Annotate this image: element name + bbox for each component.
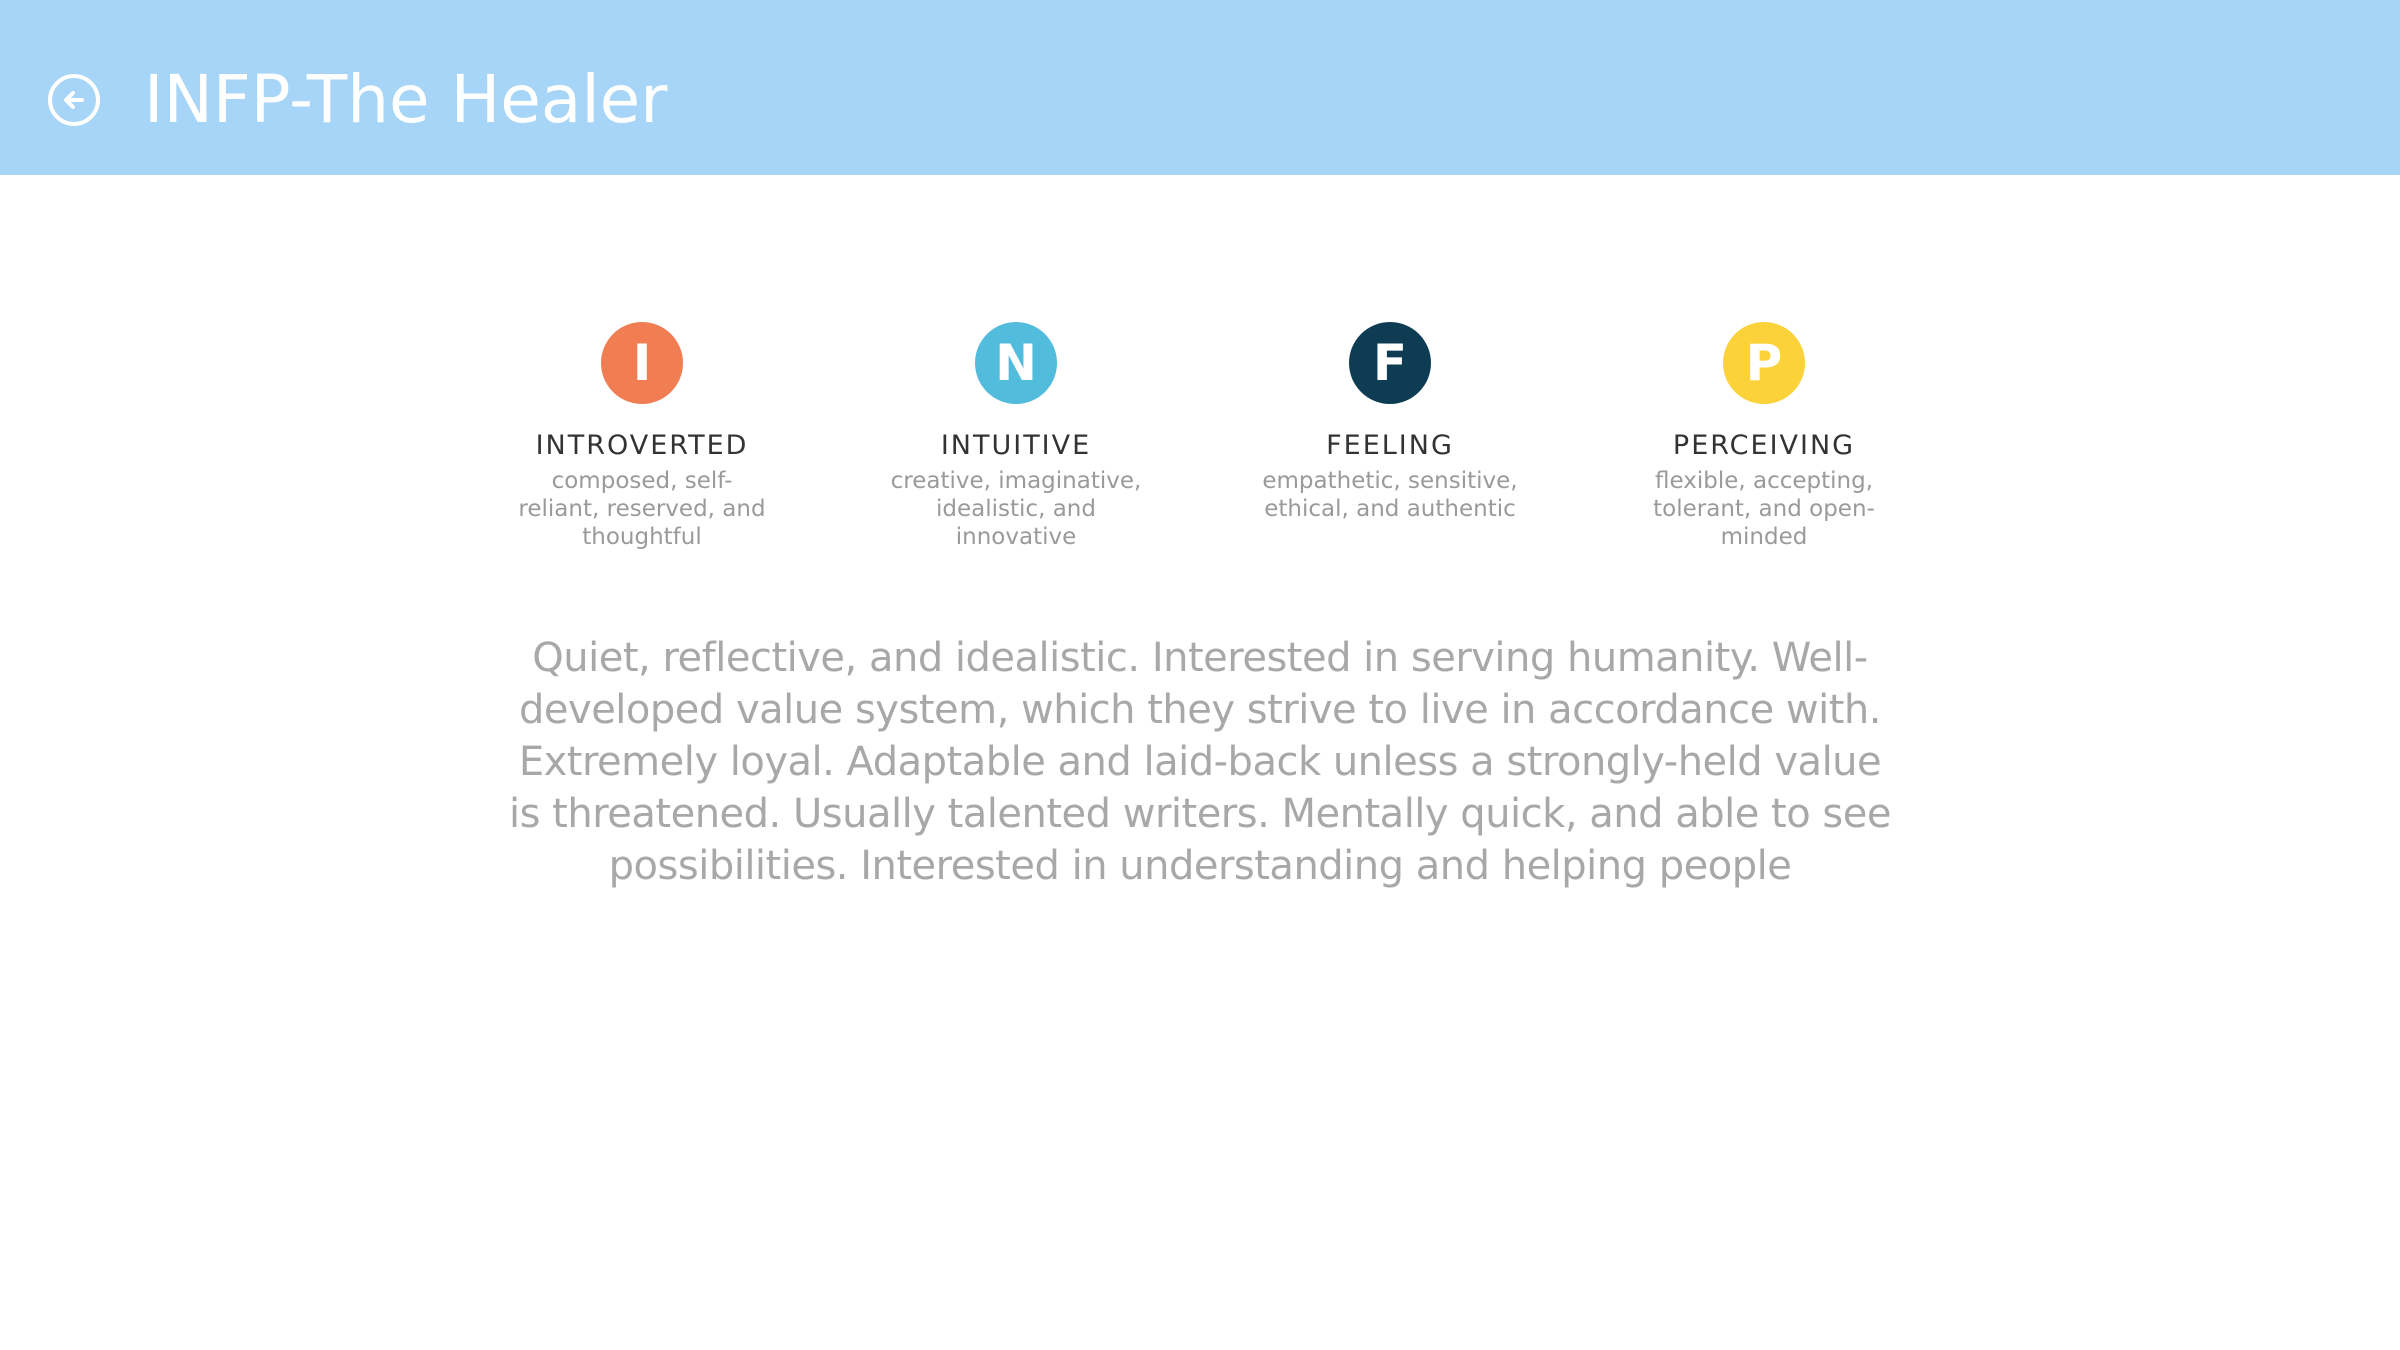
- trait-description: flexible, accepting, tolerant, and open-…: [1653, 468, 1875, 550]
- personality-traits: I INTROVERTED composed, self-reliant, re…: [502, 322, 1898, 564]
- trait-name: INTROVERTED: [535, 430, 749, 461]
- personality-description: Quiet, reflective, and idealistic. Inter…: [509, 635, 1891, 889]
- trait-description: creative, imaginative, idealistic, and i…: [890, 468, 1142, 550]
- trait-name: FEELING: [1326, 430, 1454, 461]
- back-button[interactable]: [48, 74, 100, 126]
- trait-letter-badge: F: [1349, 322, 1431, 404]
- trait-name: INTUITIVE: [940, 430, 1092, 461]
- trait-intuitive: N INTUITIVE creative, imaginative, ideal…: [876, 322, 1156, 551]
- app-header: INFP-The Healer: [0, 0, 2400, 175]
- trait-letter-badge: N: [975, 322, 1057, 404]
- trait-description: empathetic, sensitive, ethical, and auth…: [1262, 468, 1518, 522]
- trait-introverted: I INTROVERTED composed, self-reliant, re…: [502, 322, 782, 551]
- trait-name: PERCEIVING: [1672, 430, 1856, 461]
- trait-description: composed, self-reliant, reserved, and th…: [518, 468, 766, 550]
- trait-letter-badge: P: [1723, 322, 1805, 404]
- personality-type-page: INFP-The Healer I INTROVERTED composed, …: [0, 0, 2400, 1350]
- trait-letter-badge: I: [601, 322, 683, 404]
- page-title: INFP-The Healer: [144, 61, 668, 138]
- trait-perceiving: P PERCEIVING flexible, accepting, tolera…: [1624, 322, 1904, 551]
- arrow-left-circle-icon: [64, 91, 84, 109]
- trait-feeling: F FEELING empathetic, sensitive, ethical…: [1250, 322, 1530, 523]
